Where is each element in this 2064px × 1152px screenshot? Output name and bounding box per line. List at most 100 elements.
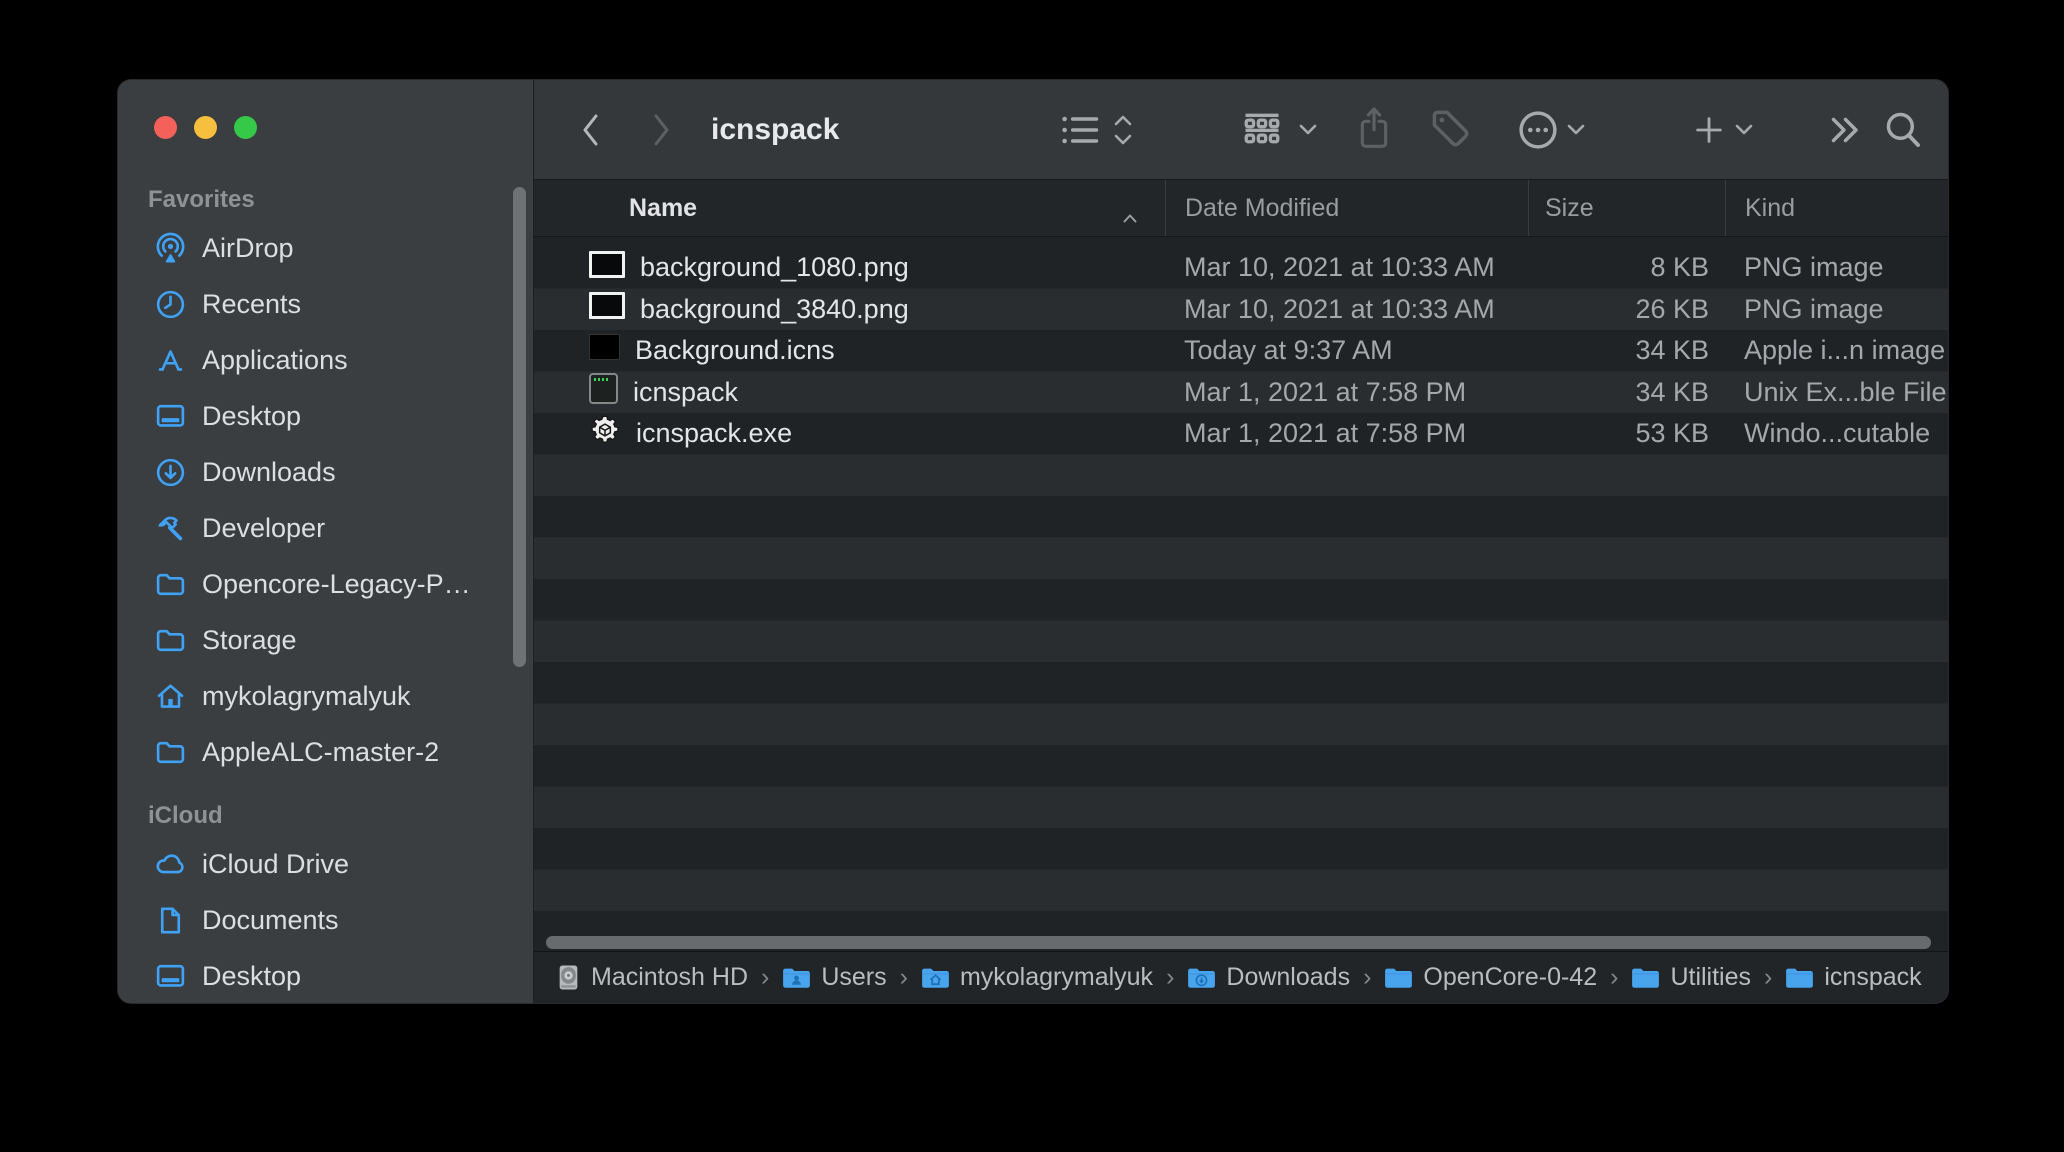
new-folder-icon[interactable] xyxy=(1692,113,1726,147)
file-row-background-1080-png[interactable]: background_1080.png Mar 10, 2021 at 10:33… xyxy=(534,247,1948,289)
cloud-icon xyxy=(152,846,188,882)
column-header-name[interactable]: Name xyxy=(534,180,1165,236)
path-separator: › xyxy=(900,963,908,992)
folder-icon xyxy=(152,734,188,770)
sidebar-item-airdrop[interactable]: AirDrop xyxy=(132,224,519,272)
path-separator: › xyxy=(1363,963,1371,992)
column-header-size[interactable]: Size xyxy=(1528,180,1725,236)
sidebar-item-applealc-master-2[interactable]: AppleALC-master-2 xyxy=(132,728,519,776)
horizontal-scrollbar[interactable] xyxy=(546,936,1931,949)
file-row-icnspack[interactable]: icnspackMar 1, 2021 at 7:58 PM34 KBUnix … xyxy=(534,372,1948,414)
folder-plain-icon xyxy=(1631,966,1660,989)
path-item-opencore-0-42[interactable]: OpenCore-0-42 xyxy=(1384,963,1597,992)
sidebar-sections: FavoritesAirDropRecentsApplicationsDeskt… xyxy=(118,186,533,1003)
sidebar-item-storage[interactable]: Storage xyxy=(132,616,519,664)
folder-users-icon xyxy=(782,966,811,989)
minimize-button[interactable] xyxy=(194,116,217,139)
sidebar-item-desktop[interactable]: Desktop xyxy=(132,952,519,1000)
path-item-icnspack[interactable]: icnspack xyxy=(1785,963,1921,992)
sidebar-section-icloud: iCloud iCloud Drive Documents Desktop xyxy=(118,802,533,1000)
sidebar-item-label: AppleALC-master-2 xyxy=(202,737,439,768)
sidebar-item-developer[interactable]: Developer xyxy=(132,504,519,552)
search-icon[interactable] xyxy=(1882,108,1924,150)
file-row-background-3840-png[interactable]: background_3840.pngMar 10, 2021 at 10:33… xyxy=(534,289,1948,331)
list-header: Name Date Modified Size Kind xyxy=(534,180,1948,237)
folder-icon xyxy=(152,566,188,602)
column-header-date[interactable]: Date Modified xyxy=(1165,180,1528,236)
home-icon xyxy=(152,678,188,714)
file-kind: Apple i...n image xyxy=(1725,335,1948,366)
path-separator: › xyxy=(1764,963,1772,992)
sidebar-item-mykolagrymalyuk[interactable]: mykolagrymalyuk xyxy=(132,672,519,720)
more-actions-caret-icon[interactable] xyxy=(1565,122,1587,137)
file-size: 34 KB xyxy=(1528,377,1725,408)
folder-home-icon xyxy=(921,966,950,989)
file-kind: Windo...cutable xyxy=(1725,418,1948,449)
path-item-label: OpenCore-0-42 xyxy=(1423,963,1597,992)
close-button[interactable] xyxy=(154,116,177,139)
path-item-label: Utilities xyxy=(1670,963,1751,992)
file-row-icnspack-exe[interactable]: icnspack.exeMar 1, 2021 at 7:58 PM53 KBW… xyxy=(534,413,1948,455)
view-stepper-icon[interactable] xyxy=(1110,112,1136,148)
toolbar-overflow-icon[interactable] xyxy=(1826,112,1862,148)
group-view-caret-icon[interactable] xyxy=(1297,122,1319,137)
column-header-kind[interactable]: Kind xyxy=(1725,180,1948,236)
sidebar-item-opencore-legacy-p[interactable]: Opencore-Legacy-P… xyxy=(132,560,519,608)
path-item-label: icnspack xyxy=(1824,963,1921,992)
toolbar: icnspack xyxy=(534,80,1948,179)
path-separator: › xyxy=(1166,963,1174,992)
folder-plain-icon xyxy=(1785,966,1814,989)
file-row-background-icns[interactable]: Background.icnsToday at 9:37 AM34 KBAppl… xyxy=(534,330,1948,372)
path-item-downloads[interactable]: Downloads xyxy=(1187,963,1350,992)
file-list-pane: Name Date Modified Size Kind background_… xyxy=(534,179,1948,1003)
desktop-icon xyxy=(152,958,188,994)
path-item-utilities[interactable]: Utilities xyxy=(1631,963,1751,992)
folder-plain-icon xyxy=(1384,966,1413,989)
file-list: background_1080.png Mar 10, 2021 at 10:33… xyxy=(534,247,1948,952)
path-separator: › xyxy=(1610,963,1618,992)
sidebar-item-desktop[interactable]: Desktop xyxy=(132,392,519,440)
appstore-icon xyxy=(152,342,188,378)
share-icon[interactable] xyxy=(1354,102,1394,154)
group-view-icon[interactable] xyxy=(1239,108,1285,152)
image-file-icon xyxy=(589,251,625,285)
path-item-label: Users xyxy=(821,963,886,992)
sidebar-scrollbar[interactable] xyxy=(513,187,526,667)
file-size: 34 KB xyxy=(1528,335,1725,366)
window-title: icnspack xyxy=(711,80,839,179)
tag-icon[interactable] xyxy=(1428,106,1472,150)
unix-file-icon xyxy=(589,373,618,411)
airdrop-icon xyxy=(152,230,188,266)
zoom-button[interactable] xyxy=(234,116,257,139)
file-name: background_3840.png xyxy=(640,294,909,325)
sidebar-item-icloud-drive[interactable]: iCloud Drive xyxy=(132,840,519,888)
hammer-icon xyxy=(152,510,188,546)
sidebar-item-documents[interactable]: Documents xyxy=(132,896,519,944)
sidebar-item-downloads[interactable]: Downloads xyxy=(132,448,519,496)
clock-icon xyxy=(152,286,188,322)
path-bar: Macintosh HD › Users › mykolagrymalyuk › Downl… xyxy=(534,951,1948,1003)
new-folder-caret-icon[interactable] xyxy=(1733,122,1755,137)
more-actions-icon[interactable] xyxy=(1516,108,1560,152)
sidebar-item-label: Documents xyxy=(202,905,339,936)
path-item-users[interactable]: Users xyxy=(782,963,886,992)
sidebar-section-label: iCloud xyxy=(148,802,533,830)
sidebar-item-recents[interactable]: Recents xyxy=(132,280,519,328)
main-pane: icnspack xyxy=(533,80,1948,1003)
window-controls xyxy=(154,116,257,139)
path-item-macintosh-hd[interactable]: Macintosh HD xyxy=(556,963,748,992)
path-item-mykolagrymalyuk[interactable]: mykolagrymalyuk xyxy=(921,963,1153,992)
list-view-icon[interactable] xyxy=(1058,108,1102,152)
file-date: Mar 10, 2021 at 10:33 AM xyxy=(1165,252,1528,283)
forward-button[interactable] xyxy=(648,110,674,150)
sidebar-item-applications[interactable]: Applications xyxy=(132,336,519,384)
desktop-icon xyxy=(152,398,188,434)
sidebar-item-label: Downloads xyxy=(202,457,336,488)
back-button[interactable] xyxy=(578,110,604,150)
file-name: icnspack xyxy=(633,377,738,408)
file-name: background_1080.png xyxy=(640,252,909,283)
file-size: 26 KB xyxy=(1528,294,1725,325)
file-name: icnspack.exe xyxy=(636,418,792,449)
sidebar: FavoritesAirDropRecentsApplicationsDeskt… xyxy=(118,80,533,1003)
path-item-label: Downloads xyxy=(1226,963,1350,992)
